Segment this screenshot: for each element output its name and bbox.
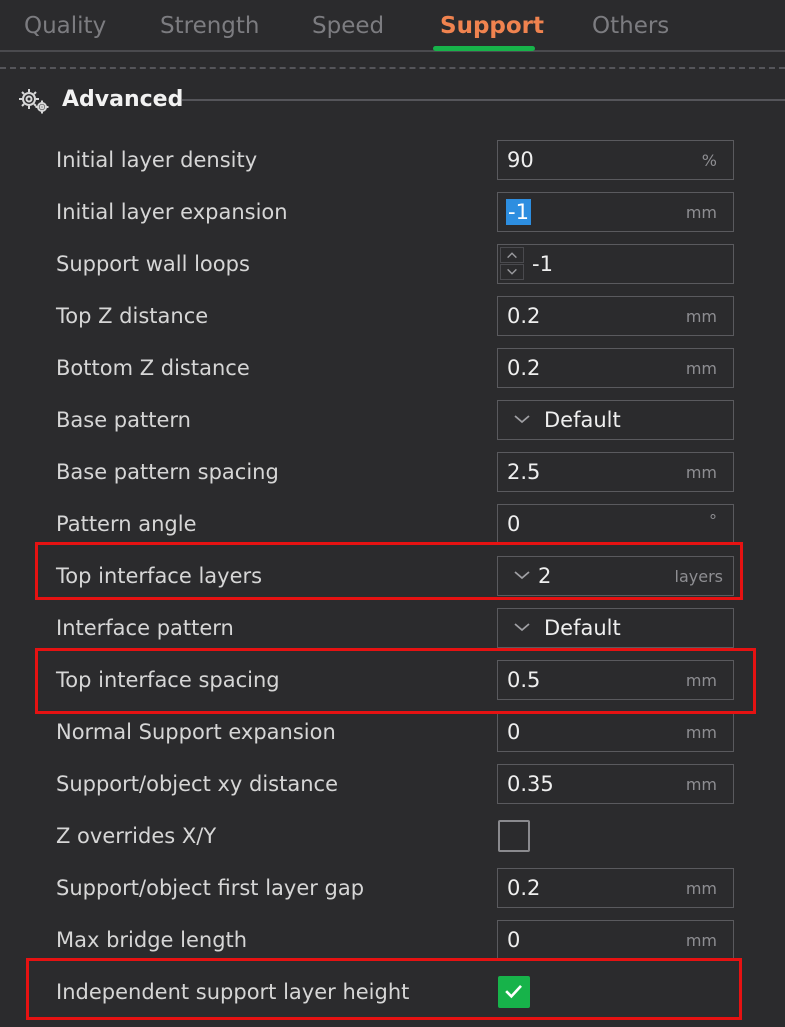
setting-label: Initial layer density (56, 148, 258, 172)
setting-label: Base pattern spacing (56, 460, 279, 484)
dashed-divider (0, 67, 785, 69)
chevron-down-icon (514, 415, 530, 424)
tab-support[interactable]: Support (440, 10, 544, 42)
base-pattern-dropdown[interactable]: Default (497, 400, 734, 440)
tab-speed[interactable]: Speed (312, 10, 384, 42)
pattern-angle-input[interactable]: 0 ° (497, 504, 734, 544)
setting-label: Support/object xy distance (56, 772, 338, 796)
field-value: Default (544, 616, 621, 640)
field-unit: mm (685, 203, 717, 222)
field-value: -1 (532, 252, 553, 276)
field-value: 0.2 (507, 304, 541, 328)
field-value: 2.5 (507, 460, 541, 484)
field-unit: mm (685, 723, 717, 742)
field-value: 0.2 (507, 356, 541, 380)
field-unit: mm (685, 879, 717, 898)
gears-icon (19, 89, 49, 114)
spin-buttons (500, 247, 524, 281)
base-pattern-spacing-input[interactable]: 2.5 mm (497, 452, 734, 492)
field-value: 0 (507, 512, 521, 536)
setting-label: Initial layer expansion (56, 200, 288, 224)
spin-down-icon[interactable] (500, 264, 524, 280)
support-object-xy-distance-input[interactable]: 0.35 mm (497, 764, 734, 804)
highlight-top-interface-layers (35, 542, 743, 600)
support-wall-loops-spinner[interactable]: -1 (497, 244, 734, 284)
bottom-z-distance-input[interactable]: 0.2 mm (497, 348, 734, 388)
initial-layer-density-input[interactable]: 90 % (497, 140, 734, 180)
setting-label: Normal Support expansion (56, 720, 336, 744)
field-value: 0 (507, 928, 521, 952)
section-title: Advanced (62, 87, 184, 112)
field-unit: mm (685, 463, 717, 482)
setting-label: Bottom Z distance (56, 356, 250, 380)
field-unit: ° (709, 511, 717, 530)
top-z-distance-input[interactable]: 0.2 mm (497, 296, 734, 336)
normal-support-expansion-input[interactable]: 0 mm (497, 712, 734, 752)
setting-label: Base pattern (56, 408, 191, 432)
setting-label: Z overrides X/Y (56, 824, 217, 848)
support-object-first-layer-gap-input[interactable]: 0.2 mm (497, 868, 734, 908)
setting-label: Interface pattern (56, 616, 234, 640)
tab-strength[interactable]: Strength (160, 10, 260, 42)
tab-others[interactable]: Others (592, 10, 669, 42)
tab-quality[interactable]: Quality (24, 10, 106, 42)
chevron-down-icon (514, 623, 530, 632)
field-unit: mm (685, 775, 717, 794)
field-value: Default (544, 408, 621, 432)
highlight-independent-support-layer-height (26, 958, 742, 1020)
field-value: 0 (507, 720, 521, 744)
spin-up-icon[interactable] (500, 247, 524, 263)
initial-layer-expansion-input[interactable]: -1 mm (497, 192, 734, 232)
interface-pattern-dropdown[interactable]: Default (497, 608, 734, 648)
highlight-top-interface-spacing (35, 648, 756, 714)
field-value: 0.2 (507, 876, 541, 900)
setting-label: Max bridge length (56, 928, 248, 952)
z-overrides-xy-checkbox[interactable] (498, 820, 530, 852)
setting-label: Support/object first layer gap (56, 876, 365, 900)
field-unit: % (701, 151, 717, 170)
field-unit: mm (685, 359, 717, 378)
setting-label: Top Z distance (56, 304, 209, 328)
settings-tab-bar: Quality Strength Speed Support Others (0, 0, 785, 52)
active-tab-indicator (433, 46, 535, 51)
setting-label: Pattern angle (56, 512, 197, 536)
field-unit: mm (685, 931, 717, 950)
field-value: 0.35 (507, 772, 554, 796)
field-value: 90 (507, 148, 534, 172)
max-bridge-length-input[interactable]: 0 mm (497, 920, 734, 960)
setting-label: Support wall loops (56, 252, 250, 276)
section-divider (182, 99, 785, 101)
field-value-selected: -1 (506, 199, 531, 225)
field-unit: mm (685, 307, 717, 326)
